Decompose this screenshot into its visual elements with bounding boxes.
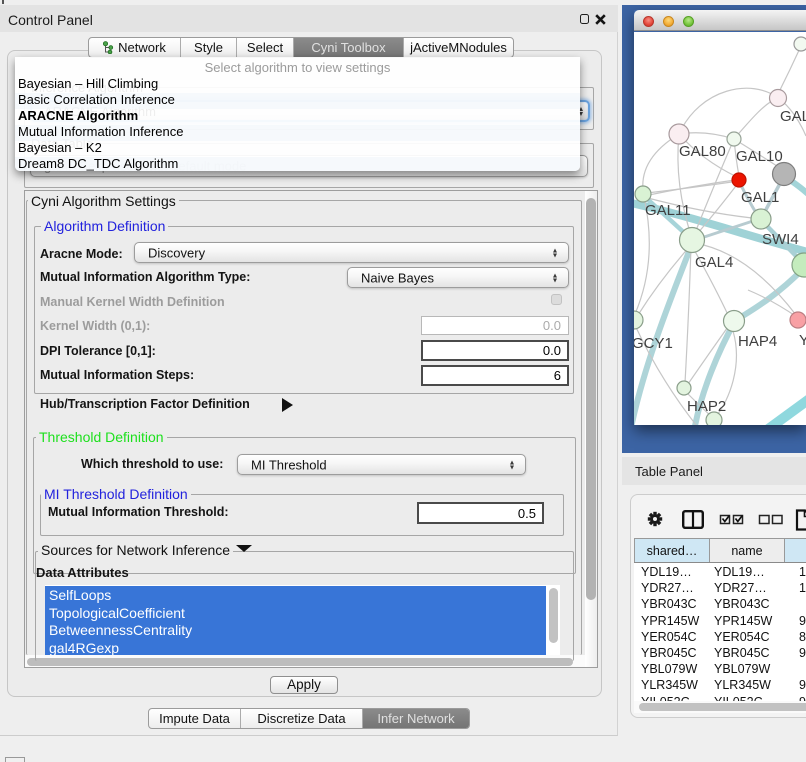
svg-text:GAL11: GAL11 xyxy=(645,202,691,219)
svg-text:GAL1: GAL1 xyxy=(741,189,779,206)
svg-text:GCY1: GCY1 xyxy=(634,335,673,352)
svg-text:HAP2: HAP2 xyxy=(687,398,726,415)
svg-text:GAL4: GAL4 xyxy=(695,254,733,271)
svg-text:HAP4: HAP4 xyxy=(738,333,777,350)
svg-text:GAL80: GAL80 xyxy=(679,143,726,160)
svg-text:SWI4: SWI4 xyxy=(762,231,799,248)
svg-text:GAL10: GAL10 xyxy=(736,148,783,165)
svg-text:Y: Y xyxy=(799,332,806,349)
svg-text:GAL: GAL xyxy=(780,108,806,125)
